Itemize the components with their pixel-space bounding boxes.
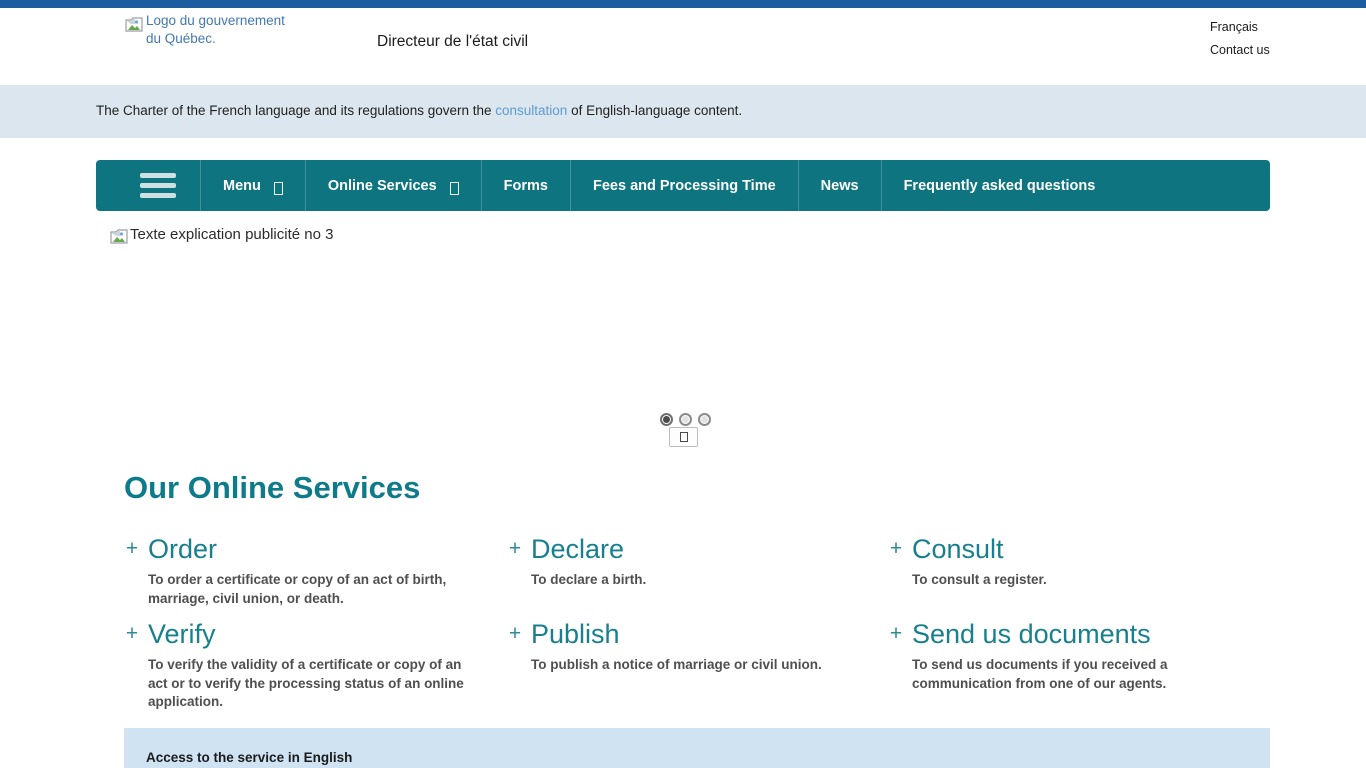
carousel-pause-button[interactable]: [669, 427, 698, 447]
service-item-declare: + Declare To declare a birth.: [507, 533, 888, 608]
service-title-verify[interactable]: Verify: [148, 618, 480, 651]
carousel-dot-3[interactable]: [698, 413, 711, 426]
service-description: To consult a register.: [912, 571, 1047, 590]
header: Logo du gouvernement du Québec. Directeu…: [0, 8, 1366, 85]
service-item-consult: + Consult To consult a register.: [888, 533, 1270, 608]
top-accent-bar: [0, 0, 1366, 8]
nav-item-label: Menu: [223, 178, 261, 194]
nav-item-label: Frequently asked questions: [904, 178, 1096, 194]
access-service-text: Access to the service in English: [146, 750, 352, 765]
nav-item-forms[interactable]: Forms: [481, 160, 570, 211]
broken-image-icon: [125, 14, 143, 31]
nav-item-faq[interactable]: Frequently asked questions: [881, 160, 1118, 211]
nav-item-label: Online Services: [328, 178, 437, 194]
nav-item-label: Forms: [504, 178, 548, 194]
service-title-declare[interactable]: Declare: [531, 533, 646, 566]
charter-text-before: The Charter of the French language and i…: [96, 103, 495, 118]
carousel-broken-image[interactable]: Texte explication publicité no 3: [110, 226, 333, 244]
plus-icon[interactable]: +: [124, 533, 140, 565]
plus-icon[interactable]: +: [888, 533, 904, 565]
header-links: Français Contact us: [1210, 20, 1270, 66]
access-service-box: Access to the service in English: [124, 728, 1270, 768]
nav-item-label: News: [821, 178, 859, 194]
carousel-image-alt-text: Texte explication publicité no 3: [130, 226, 333, 243]
service-description: To send us documents if you received a c…: [912, 656, 1184, 693]
carousel-dots: [660, 413, 711, 426]
main-nav: Menu Online Services Forms Fees and Proc…: [96, 160, 1270, 211]
contact-us-link[interactable]: Contact us: [1210, 43, 1270, 57]
service-item-verify: + Verify To verify the validity of a cer…: [124, 618, 507, 712]
plus-icon[interactable]: +: [888, 618, 904, 650]
broken-image-icon: [110, 227, 128, 244]
page: Logo du gouvernement du Québec. Directeu…: [0, 0, 1366, 768]
hamburger-menu-icon[interactable]: [96, 160, 200, 211]
plus-icon[interactable]: +: [124, 618, 140, 650]
service-description: To publish a notice of marriage or civil…: [531, 656, 822, 675]
services-heading: Our Online Services: [124, 470, 420, 506]
service-item-send-documents: + Send us documents To send us documents…: [888, 618, 1270, 712]
service-description: To declare a birth.: [531, 571, 646, 590]
charter-banner: The Charter of the French language and i…: [0, 85, 1366, 138]
carousel-dot-1[interactable]: [660, 413, 673, 426]
services-grid: + Order To order a certificate or copy o…: [124, 533, 1270, 712]
dropdown-missing-glyph-icon: [274, 182, 283, 195]
service-title-order[interactable]: Order: [148, 533, 480, 566]
service-title-publish[interactable]: Publish: [531, 618, 822, 651]
nav-item-menu[interactable]: Menu: [200, 160, 305, 211]
service-description: To verify the validity of a certificate …: [148, 656, 480, 712]
service-title-consult[interactable]: Consult: [912, 533, 1047, 566]
nav-item-online-services[interactable]: Online Services: [305, 160, 481, 211]
nav-item-label: Fees and Processing Time: [593, 178, 776, 194]
plus-icon[interactable]: +: [507, 533, 523, 565]
charter-text-after: of English-language content.: [567, 103, 742, 118]
nav-item-fees-processing-time[interactable]: Fees and Processing Time: [570, 160, 798, 211]
service-description: To order a certificate or copy of an act…: [148, 571, 480, 608]
dropdown-missing-glyph-icon: [450, 182, 459, 195]
charter-banner-text: The Charter of the French language and i…: [96, 103, 742, 118]
logo-alt-text: Logo du gouvernement du Québec.: [146, 13, 285, 46]
nav-item-news[interactable]: News: [798, 160, 881, 211]
gov-quebec-logo-broken-image[interactable]: Logo du gouvernement du Québec.: [125, 12, 300, 48]
site-title: Directeur de l'état civil: [377, 33, 528, 51]
service-title-send-documents[interactable]: Send us documents: [912, 618, 1184, 651]
carousel-dot-2[interactable]: [679, 413, 692, 426]
service-item-publish: + Publish To publish a notice of marriag…: [507, 618, 888, 712]
pause-missing-glyph-icon: [680, 432, 688, 442]
plus-icon[interactable]: +: [507, 618, 523, 650]
language-link-francais[interactable]: Français: [1210, 20, 1270, 34]
service-item-order: + Order To order a certificate or copy o…: [124, 533, 507, 608]
consultation-link[interactable]: consultation: [495, 103, 567, 118]
